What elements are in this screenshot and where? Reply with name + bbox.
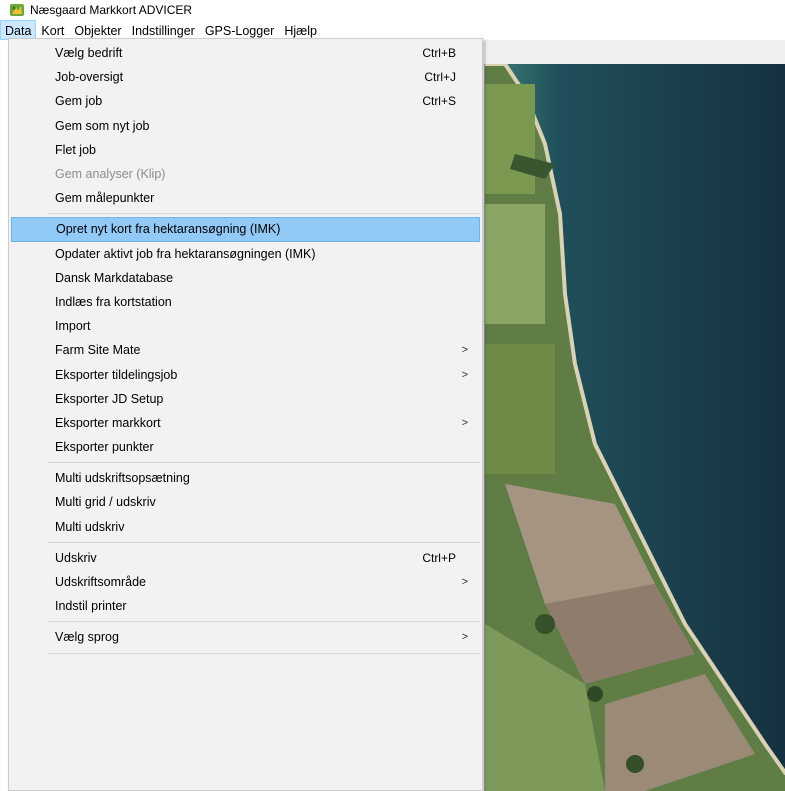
- menu-objekter[interactable]: Objekter: [69, 20, 126, 40]
- menu-item-label: Gem som nyt job: [55, 118, 150, 133]
- menu-item-label: Vælg bedrift: [55, 46, 123, 61]
- menu-item-label: Farm Site Mate: [55, 343, 141, 358]
- menu-item-eksporter-tildelingsjob[interactable]: Eksporter tildelingsjob >: [11, 362, 480, 386]
- menu-item-vaelg-sprog[interactable]: Vælg sprog >: [11, 625, 480, 649]
- data-menu: Vælg bedrift Ctrl+B Job-oversigt Ctrl+J …: [8, 38, 483, 791]
- menu-data[interactable]: Data: [0, 20, 37, 40]
- menu-item-label: Job-oversigt: [55, 70, 124, 85]
- chevron-right-icon: >: [461, 416, 468, 429]
- menu-item-label: Gem job: [55, 94, 103, 109]
- menu-separator: [47, 621, 480, 623]
- menu-item-gem-maalepunkter[interactable]: Gem målepunkter: [11, 186, 480, 210]
- menu-item-label: Udskriv: [55, 550, 97, 565]
- menu-item-label: Eksporter markkort: [55, 415, 161, 430]
- menu-separator: [47, 213, 480, 215]
- title-bar: Næsgaard Markkort ADVICER: [0, 0, 785, 20]
- menu-item-dansk-markdatabase[interactable]: Dansk Markdatabase: [11, 266, 480, 290]
- app-leaf-icon: [9, 2, 25, 18]
- menu-item-label: Udskriftsområde: [55, 575, 146, 590]
- menu-item-shortcut: Ctrl+S: [422, 94, 456, 109]
- window-title: Næsgaard Markkort ADVICER: [30, 3, 193, 17]
- menu-item-import[interactable]: Import: [11, 314, 480, 338]
- menu-item-gem-som-nyt-job[interactable]: Gem som nyt job: [11, 114, 480, 138]
- menu-separator: [47, 462, 480, 464]
- menu-item-label: Eksporter JD Setup: [55, 391, 164, 406]
- menu-item-gem-job[interactable]: Gem job Ctrl+S: [11, 89, 480, 113]
- menu-bar: Data Kort Objekter Indstillinger GPS-Log…: [0, 20, 785, 40]
- menu-separator: [47, 541, 480, 543]
- map-image: [485, 64, 785, 791]
- menu-item-indstil-printer[interactable]: Indstil printer: [11, 594, 480, 618]
- menu-item-flet-job[interactable]: Flet job: [11, 138, 480, 162]
- satellite-map[interactable]: [484, 64, 785, 791]
- menu-item-label: Multi grid / udskriv: [55, 495, 156, 510]
- menu-indstillinger[interactable]: Indstillinger: [127, 20, 200, 40]
- chevron-right-icon: >: [461, 344, 468, 357]
- menu-item-label: Gem målepunkter: [55, 191, 155, 206]
- menu-item-shortcut: Ctrl+B: [422, 46, 456, 61]
- menu-separator: [47, 652, 480, 654]
- menu-item-opdater-aktivt-job[interactable]: Opdater aktivt job fra hektaransøgningen…: [11, 242, 480, 266]
- menu-item-multi-udskriv[interactable]: Multi udskriv: [11, 515, 480, 539]
- menu-item-label: Import: [55, 319, 91, 334]
- toolbar-strip: [484, 40, 785, 65]
- menu-item-label: Multi udskriv: [55, 519, 125, 534]
- menu-item-multi-udskriftsopsaetning[interactable]: Multi udskriftsopsætning: [11, 466, 480, 490]
- menu-item-vaelg-bedrift[interactable]: Vælg bedrift Ctrl+B: [11, 41, 480, 65]
- menu-item-job-oversigt[interactable]: Job-oversigt Ctrl+J: [11, 65, 480, 89]
- menu-item-eksporter-punkter[interactable]: Eksporter punkter: [11, 435, 480, 459]
- menu-item-label: Opret nyt kort fra hektaransøgning (IMK): [56, 222, 281, 237]
- menu-item-label: Indstil printer: [55, 599, 127, 614]
- menu-item-label: Gem analyser (Klip): [55, 167, 166, 182]
- menu-item-udskriftsomraade[interactable]: Udskriftsområde >: [11, 570, 480, 594]
- menu-item-label: Dansk Markdatabase: [55, 270, 174, 285]
- menu-item-multi-grid-udskriv[interactable]: Multi grid / udskriv: [11, 490, 480, 514]
- menu-item-label: Flet job: [55, 142, 96, 157]
- menu-item-opret-nyt-kort[interactable]: Opret nyt kort fra hektaransøgning (IMK): [11, 217, 480, 242]
- chevron-right-icon: >: [461, 576, 468, 589]
- menu-item-label: Eksporter punkter: [55, 440, 154, 455]
- menu-gps-logger[interactable]: GPS-Logger: [200, 20, 279, 40]
- chevron-right-icon: >: [461, 631, 468, 644]
- menu-item-eksporter-jd-setup[interactable]: Eksporter JD Setup: [11, 387, 480, 411]
- menu-item-label: Vælg sprog: [55, 630, 119, 645]
- menu-item-label: Eksporter tildelingsjob: [55, 367, 178, 382]
- menu-item-farm-site-mate[interactable]: Farm Site Mate >: [11, 338, 480, 362]
- menu-item-shortcut: Ctrl+J: [424, 70, 456, 85]
- menu-item-udskriv[interactable]: Udskriv Ctrl+P: [11, 546, 480, 570]
- chevron-right-icon: >: [461, 368, 468, 381]
- menu-item-label: Opdater aktivt job fra hektaransøgningen…: [55, 246, 316, 261]
- menu-item-eksporter-markkort[interactable]: Eksporter markkort >: [11, 411, 480, 435]
- menu-kort[interactable]: Kort: [36, 20, 69, 40]
- menu-hjaelp[interactable]: Hjælp: [279, 20, 322, 40]
- menu-item-label: Multi udskriftsopsætning: [55, 471, 190, 486]
- menu-item-indlaes-fra-kortstation[interactable]: Indlæs fra kortstation: [11, 290, 480, 314]
- menu-item-gem-analyser: Gem analyser (Klip): [11, 162, 480, 186]
- menu-item-shortcut: Ctrl+P: [422, 550, 456, 565]
- menu-item-label: Indlæs fra kortstation: [55, 294, 172, 309]
